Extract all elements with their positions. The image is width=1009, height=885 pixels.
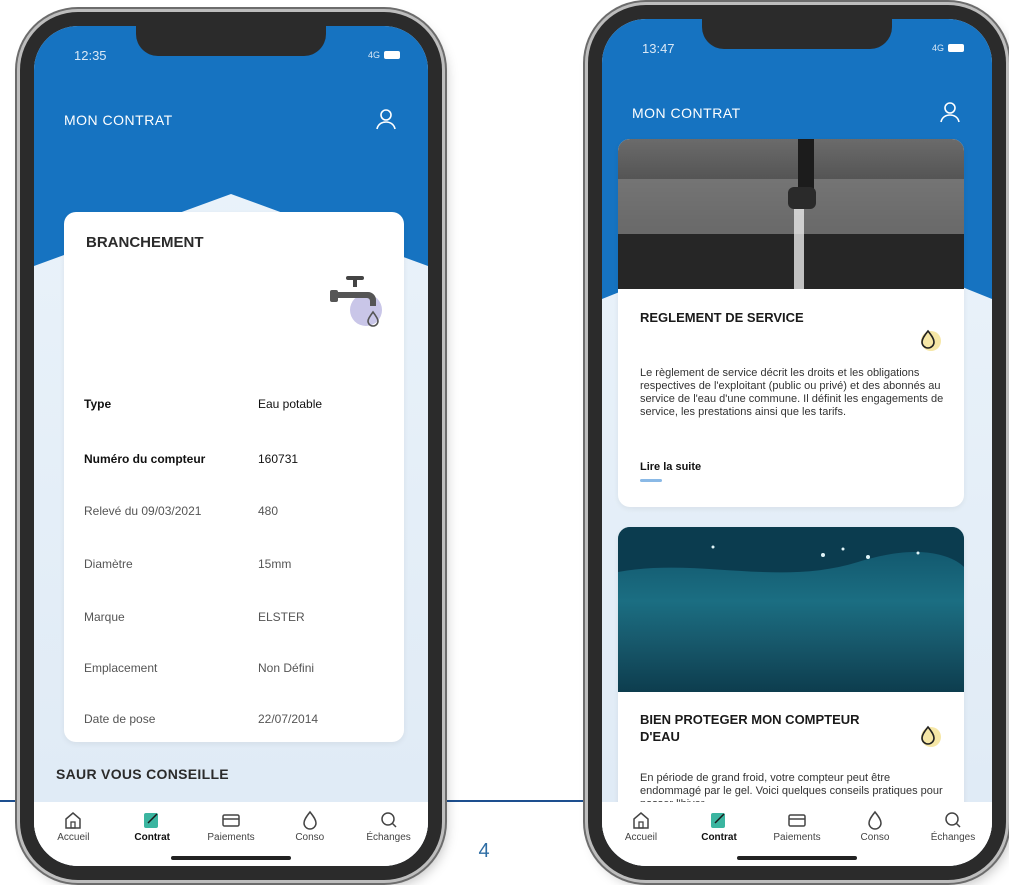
tab-contrat[interactable]: Contrat xyxy=(686,810,752,843)
screen-right: 13:47 4G MON CONTRAT REGLEMENT DE SERVIC… xyxy=(602,19,992,866)
tab-paiements[interactable]: Paiements xyxy=(198,810,264,843)
faucet-icon xyxy=(324,270,388,339)
home-indicator[interactable] xyxy=(737,856,857,860)
chat-icon xyxy=(945,812,961,828)
row-label: Emplacement xyxy=(84,661,158,675)
row-install-date: Date de pose 22/07/2014 xyxy=(84,712,390,732)
drop-icon xyxy=(868,810,882,830)
notch xyxy=(702,19,892,49)
row-value: 15mm xyxy=(258,557,292,571)
article-card-protect-meter[interactable]: BIEN PROTEGER MON COMPTEUR D'EAU En péri… xyxy=(618,527,964,847)
tab-label: Conso xyxy=(860,832,890,843)
chat-icon xyxy=(380,812,397,828)
row-meter-number: Numéro du compteur 160731 xyxy=(84,452,390,472)
screen-left: 12:35 4G MON CONTRAT BRANCHEMENT Type Ea… xyxy=(34,26,428,866)
row-value: ELSTER xyxy=(258,610,305,624)
row-value: Eau potable xyxy=(258,397,323,411)
page-rule-middle xyxy=(438,800,588,802)
phone-left: 12:35 4G MON CONTRAT BRANCHEMENT Type Ea… xyxy=(20,12,442,880)
faucet-photo xyxy=(618,139,964,289)
tab-label: Conso xyxy=(295,832,325,843)
row-value: 480 xyxy=(258,504,279,518)
row-value: Non Défini xyxy=(258,661,315,675)
tab-accueil[interactable]: Accueil xyxy=(40,810,106,843)
read-more-link[interactable]: Lire la suite xyxy=(640,461,701,473)
tab-label: Accueil xyxy=(624,832,658,843)
notch xyxy=(136,26,326,56)
row-type: Type Eau potable xyxy=(84,397,390,417)
article-title: REGLEMENT DE SERVICE xyxy=(640,310,804,325)
status-indicators: 4G xyxy=(932,43,964,53)
user-icon[interactable] xyxy=(940,101,960,128)
article-image-faucet xyxy=(618,139,964,289)
tab-echanges[interactable]: Échanges xyxy=(920,810,986,843)
row-value: 22/07/2014 xyxy=(258,712,319,726)
phone-right: 13:47 4G MON CONTRAT REGLEMENT DE SERVIC… xyxy=(588,5,1006,880)
tab-conso[interactable]: Conso xyxy=(842,810,908,843)
home-icon xyxy=(633,812,649,829)
drop-icon xyxy=(303,810,317,830)
water-photo xyxy=(618,527,964,573)
status-time: 12:35 xyxy=(74,48,107,63)
tab-label: Échanges xyxy=(930,832,976,843)
home-icon xyxy=(65,812,82,829)
tab-contrat[interactable]: Contrat xyxy=(119,810,185,843)
contract-icon xyxy=(144,813,159,828)
article-text: Le règlement de service décrit les droit… xyxy=(640,367,944,418)
status-time: 13:47 xyxy=(642,41,675,56)
row-value: 160731 xyxy=(258,452,299,466)
row-label: Type xyxy=(84,397,112,411)
row-label: Numéro du compteur xyxy=(84,452,206,466)
tab-label: Contrat xyxy=(701,832,737,843)
tab-accueil[interactable]: Accueil xyxy=(608,810,674,843)
tab-paiements[interactable]: Paiements xyxy=(764,810,830,843)
tab-label: Échanges xyxy=(366,832,411,843)
tab-label: Paiements xyxy=(773,832,821,843)
read-more-underline xyxy=(640,479,662,482)
user-icon[interactable] xyxy=(376,108,396,135)
article-title: BIEN PROTEGER MON COMPTEUR D'EAU xyxy=(640,712,860,744)
article-image-water xyxy=(618,527,964,692)
battery-icon xyxy=(948,44,964,52)
tab-label: Paiements xyxy=(207,832,255,843)
status-indicators: 4G xyxy=(368,50,400,60)
row-label: Relevé du 09/03/2021 xyxy=(84,504,202,518)
drop-icon xyxy=(916,327,942,358)
header-title: MON CONTRAT xyxy=(64,112,173,128)
drop-icon xyxy=(916,723,942,754)
row-label: Diamètre xyxy=(84,557,133,571)
page-number: 4 xyxy=(478,840,490,862)
home-indicator[interactable] xyxy=(171,856,291,860)
row-label: Marque xyxy=(84,610,125,624)
card-icon xyxy=(222,814,240,827)
card-title: BRANCHEMENT xyxy=(86,234,204,251)
row-diameter: Diamètre 15mm xyxy=(84,557,390,577)
contract-icon xyxy=(711,813,725,828)
tab-echanges[interactable]: Échanges xyxy=(356,810,422,843)
row-label: Date de pose xyxy=(84,712,156,726)
tab-conso[interactable]: Conso xyxy=(277,810,343,843)
tab-label: Contrat xyxy=(134,832,170,843)
signal-label: 4G xyxy=(931,43,944,53)
tab-label: Accueil xyxy=(57,832,90,843)
article-card-service-rules[interactable]: REGLEMENT DE SERVICE Le règlement de ser… xyxy=(618,139,964,507)
row-location: Emplacement Non Défini xyxy=(84,661,390,681)
battery-icon xyxy=(384,51,400,59)
row-reading: Relevé du 09/03/2021 480 xyxy=(84,504,390,524)
connection-card: BRANCHEMENT Type Eau potable Numéro du c… xyxy=(64,212,404,742)
header-title: MON CONTRAT xyxy=(632,105,741,121)
signal-label: 4G xyxy=(367,50,380,60)
row-brand: Marque ELSTER xyxy=(84,610,390,630)
advice-section-title: SAUR VOUS CONSEILLE xyxy=(56,766,229,782)
card-icon xyxy=(788,814,806,827)
